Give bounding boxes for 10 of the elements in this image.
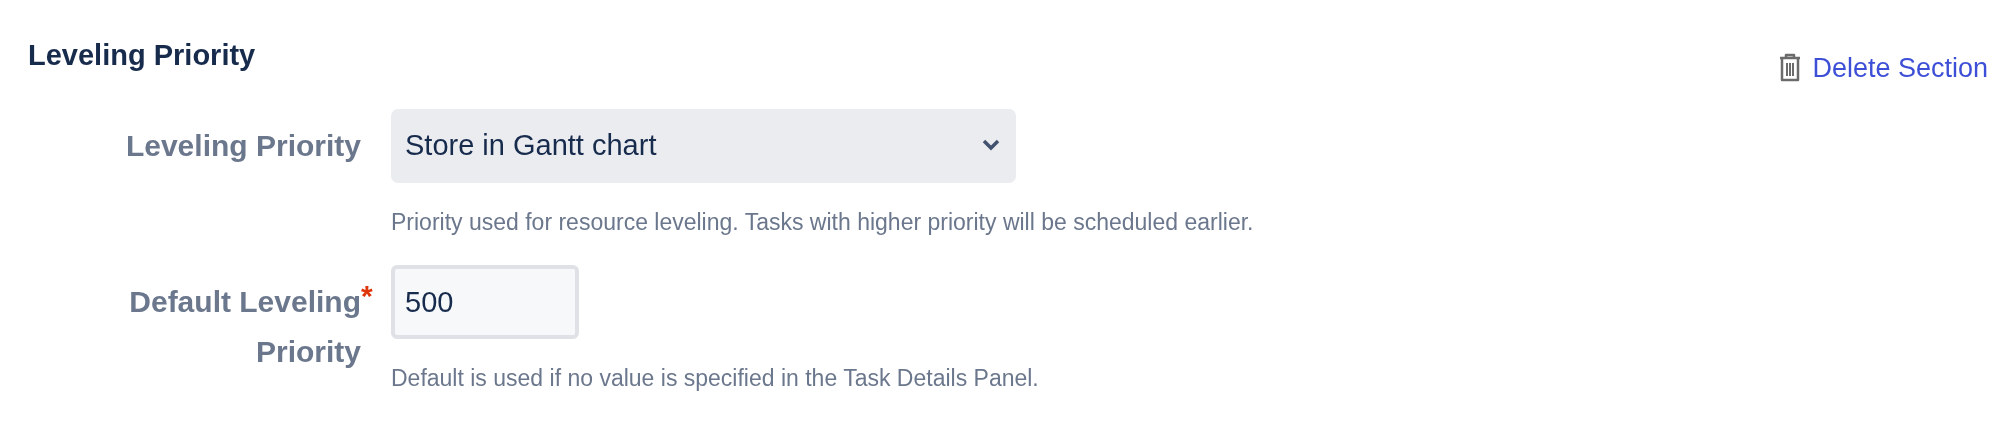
chevron-down-icon xyxy=(982,138,1000,151)
help-text: Priority used for resource leveling. Tasks with higher priority will be scheduled earlier. xyxy=(391,207,1255,237)
delete-section-link[interactable]: Delete Section xyxy=(1778,48,1988,89)
help-text: Default is used if no value is specified in the Task Details Panel. xyxy=(391,364,1040,393)
required-mark: * xyxy=(361,278,373,312)
text-input-field[interactable]: 500 xyxy=(391,265,579,339)
dropdown-field[interactable]: Store in Gantt chart xyxy=(391,108,1016,183)
field-label: Leveling Priority xyxy=(124,127,361,164)
section-title: Leveling Priority xyxy=(28,38,256,73)
trash-icon xyxy=(1778,53,1803,84)
